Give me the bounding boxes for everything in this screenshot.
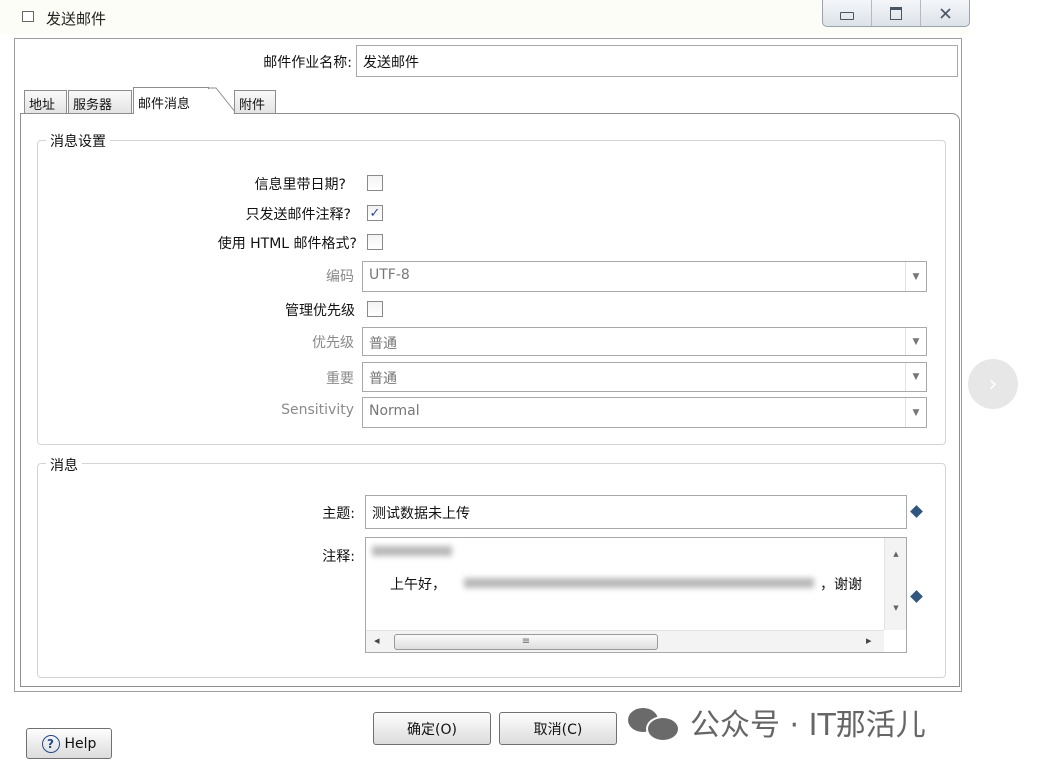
chevron-right-icon: › <box>988 371 998 397</box>
only-comment-checkbox[interactable]: ✓ <box>367 205 383 221</box>
manage-priority-label: 管理优先级 <box>285 303 355 319</box>
html-format-checkbox[interactable] <box>367 234 383 250</box>
priority-value: 普通 <box>369 336 397 352</box>
tab-server[interactable]: 服务器 <box>68 90 132 113</box>
chevron-down-icon: ▼ <box>905 363 926 391</box>
chevron-down-icon: ▼ <box>905 328 926 355</box>
minimize-icon <box>840 12 854 20</box>
ok-label: 确定(O) <box>407 721 457 738</box>
chevron-down-icon: ▼ <box>905 262 926 291</box>
encoding-select[interactable]: UTF-8 ▼ <box>362 261 927 292</box>
tab-attachments[interactable]: 附件 <box>234 90 276 113</box>
wechat-icon <box>628 706 680 742</box>
redacted-text <box>464 578 814 588</box>
priority-select[interactable]: 普通 ▼ <box>362 327 927 356</box>
cancel-button[interactable]: 取消(C) <box>499 712 617 745</box>
scroll-thumb[interactable]: ≡ <box>394 634 658 650</box>
chevron-down-icon: ▼ <box>905 398 926 427</box>
checkmark-icon: ✓ <box>369 205 381 221</box>
encoding-label: 编码 <box>326 269 354 285</box>
scroll-left-icon[interactable]: ◂ <box>374 634 380 647</box>
vertical-scrollbar[interactable]: ▲ ▼ <box>884 538 906 630</box>
include-date-checkbox[interactable] <box>367 175 383 191</box>
sensitivity-value: Normal <box>369 403 420 419</box>
message-settings-title: 消息设置 <box>46 131 110 151</box>
cancel-label: 取消(C) <box>533 721 583 738</box>
watermark: 公众号 · IT那活儿 <box>628 700 926 744</box>
tab-mail-message[interactable]: 邮件消息 <box>133 87 209 114</box>
redacted-text <box>372 546 452 556</box>
encoding-value: UTF-8 <box>369 267 410 283</box>
minimize-button[interactable] <box>823 0 872 26</box>
sensitivity-select[interactable]: Normal ▼ <box>362 397 927 428</box>
html-format-label: 使用 HTML 邮件格式? <box>217 236 357 252</box>
close-icon <box>939 7 951 19</box>
comment-text-start: 上午好， <box>390 577 446 593</box>
message-group-title: 消息 <box>46 455 82 475</box>
comment-textarea[interactable]: 上午好， ，谢谢 ▲ ▼ ◂ ≡ ▸ <box>365 537 907 653</box>
importance-value: 普通 <box>369 371 397 387</box>
manage-priority-checkbox[interactable] <box>367 301 383 317</box>
window-controls <box>822 0 970 27</box>
scroll-up-icon[interactable]: ▲ <box>885 550 906 558</box>
include-date-label: 信息里带日期? <box>254 177 346 193</box>
close-button[interactable] <box>921 0 969 26</box>
window-title: 发送邮件 <box>46 10 107 28</box>
watermark-text: 公众号 · IT那活儿 <box>690 708 926 743</box>
comment-label: 注释: <box>322 549 355 565</box>
thumb-grip: ≡ <box>521 636 531 647</box>
horizontal-scrollbar[interactable]: ◂ ≡ ▸ <box>366 630 884 652</box>
tab-address[interactable]: 地址 <box>24 90 67 113</box>
help-label: Help <box>64 735 97 752</box>
importance-select[interactable]: 普通 ▼ <box>362 362 927 392</box>
scroll-right-icon[interactable]: ▸ <box>866 634 872 647</box>
importance-label: 重要 <box>326 371 354 387</box>
priority-label: 优先级 <box>312 335 354 351</box>
help-button[interactable]: ? Help <box>26 728 112 759</box>
sensitivity-label: Sensitivity <box>281 402 354 418</box>
next-button[interactable]: › <box>968 359 1018 409</box>
subject-label: 主题: <box>322 506 355 522</box>
subject-input[interactable]: 测试数据未上传 <box>365 495 907 529</box>
scroll-down-icon[interactable]: ▼ <box>885 604 906 612</box>
job-name-input[interactable]: 发送邮件 <box>356 45 958 77</box>
window-icon <box>22 11 34 22</box>
restore-button[interactable] <box>872 0 921 26</box>
comment-text-end: ，谢谢 <box>820 577 862 593</box>
restore-icon <box>890 6 902 20</box>
help-icon: ? <box>41 734 60 753</box>
ok-button[interactable]: 确定(O) <box>373 712 491 745</box>
job-name-label: 邮件作业名称: <box>263 55 352 71</box>
only-comment-label: 只发送邮件注释? <box>245 207 351 223</box>
